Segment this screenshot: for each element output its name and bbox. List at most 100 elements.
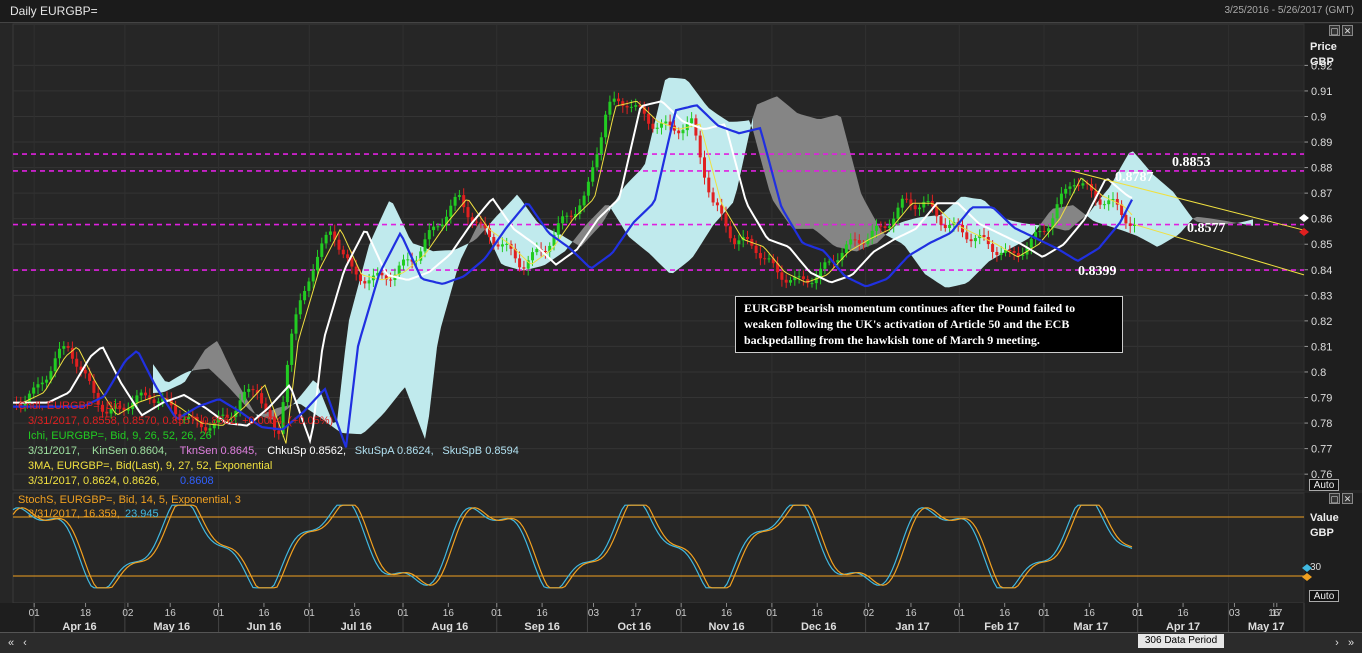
candle-body [612, 98, 616, 102]
candle-body [784, 279, 788, 283]
legend-text: 3/31/2017, 0.8558, 0.8570, 0.8557, 0.856… [28, 415, 333, 427]
price-tick-label: 0.83 [1311, 290, 1332, 302]
candle-body [535, 249, 539, 253]
cloud-segment [789, 106, 793, 229]
cloud-segment [677, 78, 681, 271]
candle-body [1128, 223, 1132, 226]
close-stoch-pane-icon[interactable]: ✕ [1342, 493, 1353, 504]
price-tick-label: 0.79 [1311, 393, 1332, 405]
price-axis-unit: GBP [1310, 56, 1334, 68]
day-label: 16 [165, 608, 177, 619]
day-label: 16 [721, 608, 733, 619]
cloud-segment [801, 114, 805, 229]
scroll-left-icon[interactable]: ‹ [18, 636, 32, 650]
candle-body [88, 373, 92, 382]
scroll-right-fast-icon[interactable]: » [1344, 636, 1358, 650]
candle-body [40, 382, 44, 385]
candle-body [62, 346, 66, 349]
day-label: 16 [1268, 608, 1280, 619]
candle-body [926, 201, 930, 203]
legend-text: 3/31/2017, 0.8624, 0.8626, [28, 475, 160, 487]
candle-body [367, 280, 371, 284]
price-tick-label: 0.85 [1311, 239, 1332, 251]
legend-text: 3/31/2017, [28, 445, 80, 457]
cloud-segment [389, 201, 393, 407]
stoch-tick-label: 30 [1310, 562, 1322, 573]
close-price-pane-icon[interactable]: ✕ [1342, 25, 1353, 36]
candle-body [66, 346, 70, 348]
cloud-segment [909, 218, 913, 258]
candle-body [1042, 230, 1046, 232]
cloud-segment [681, 78, 685, 267]
cloud-segment [933, 215, 937, 283]
maximize-stoch-pane-icon[interactable]: ▢ [1329, 493, 1340, 504]
day-label: 16 [537, 608, 549, 619]
cloud-segment [405, 228, 409, 398]
legend-text: ChkuSp 0.8562, [267, 445, 346, 457]
candle-body [324, 234, 328, 244]
candle-body [135, 395, 139, 403]
candle-body [1124, 215, 1128, 224]
candle-body [1059, 193, 1063, 205]
candle-body [857, 240, 861, 244]
maximize-price-pane-icon[interactable]: ▢ [1329, 25, 1340, 36]
candle-body [1072, 185, 1076, 187]
candle-body [92, 381, 96, 393]
candle-body [466, 207, 470, 218]
scroll-left-fast-icon[interactable]: « [4, 636, 18, 650]
candle-body [53, 358, 57, 372]
cloud-segment [809, 116, 813, 229]
cloud-segment [833, 114, 837, 248]
scroll-right-icon[interactable]: › [1330, 636, 1344, 650]
stoch-pane [12, 492, 1305, 604]
candle-body [737, 240, 741, 245]
candle-body [604, 114, 608, 138]
chart-window: Daily EURGBP= 3/25/2016 - 5/26/2017 (GMT… [0, 0, 1362, 653]
candle-body [965, 232, 969, 240]
candle-body [290, 333, 294, 365]
cloud-segment [377, 218, 381, 421]
candle-body [690, 118, 694, 124]
day-label: 02 [863, 608, 875, 619]
cloud-segment [793, 109, 797, 229]
candle-body [810, 283, 814, 285]
day-label: 17 [630, 608, 642, 619]
cloud-segment [821, 117, 825, 239]
cloud-segment [401, 219, 405, 392]
candle-body [1008, 250, 1012, 252]
candle-body [303, 291, 307, 301]
price-chart-svg[interactable]: 0.920.910.90.890.880.870.860.850.840.830… [0, 0, 1362, 652]
candle-body [479, 222, 483, 224]
legend-text: KinSen 0.8604, [92, 445, 167, 457]
data-period-label: 306 Data Period [1138, 634, 1224, 648]
price-axis-title: Price [1310, 41, 1337, 53]
candle-body [440, 224, 444, 227]
cloud-segment [697, 92, 701, 251]
candle-body [350, 258, 354, 267]
day-label: 01 [766, 608, 778, 619]
candle-body [363, 281, 367, 284]
candle-body [449, 205, 453, 217]
stoch-axis-title: Value [1310, 512, 1339, 524]
candle-body [681, 130, 685, 134]
candle-body [406, 259, 410, 261]
candle-body [1098, 199, 1102, 205]
stoch-auto-scale-button[interactable]: Auto [1309, 590, 1339, 602]
day-label: 16 [1084, 608, 1096, 619]
candle-body [896, 207, 900, 219]
legend-text: SkuSpB 0.8594 [442, 445, 518, 457]
candle-body [715, 202, 719, 206]
cloud-segment [673, 77, 677, 274]
candle-body [341, 249, 345, 255]
candle-body [565, 215, 569, 217]
price-tick-label: 0.86 [1311, 214, 1332, 226]
cloud-segment [637, 169, 641, 247]
cloud-segment [385, 201, 389, 412]
candle-body [45, 379, 49, 383]
cloud-segment [713, 111, 717, 226]
candle-body [823, 262, 827, 269]
day-label: 16 [999, 608, 1011, 619]
day-label: 01 [29, 608, 41, 619]
price-auto-scale-button[interactable]: Auto [1309, 479, 1339, 491]
candle-body [599, 137, 603, 155]
